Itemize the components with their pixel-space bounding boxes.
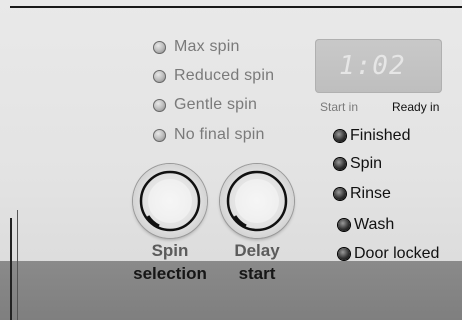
status-finished: Finished (334, 125, 410, 147)
option-indicator-icon (153, 98, 166, 112)
status-rinse: Rinse (334, 183, 391, 205)
spin-option-label: Max spin (174, 38, 240, 55)
delay-start-label-line2: start (238, 264, 276, 283)
status-label: Wash (354, 216, 395, 233)
ready-in-label: Ready in (392, 100, 440, 114)
status-wash: Wash (338, 214, 394, 236)
status-door-locked: Door locked (338, 243, 439, 265)
status-label: Finished (350, 127, 411, 144)
panel-top-border (10, 6, 462, 8)
delay-start-label-line1: Delay (234, 241, 280, 260)
status-led-icon (338, 248, 350, 260)
status-led-icon (338, 219, 350, 231)
status-led-icon (334, 130, 346, 142)
delay-start-knob[interactable] (220, 164, 294, 238)
option-indicator-icon (153, 128, 166, 142)
spin-option-gentle[interactable]: Gentle spin (153, 94, 257, 116)
status-spin: Spin (334, 153, 382, 175)
option-indicator-icon (153, 40, 166, 54)
status-led-icon (334, 188, 346, 200)
start-in-label: Start in (320, 100, 359, 114)
knob-ring-icon (226, 170, 288, 232)
option-indicator-icon (153, 69, 166, 83)
spin-selection-label-line2: selection (133, 264, 207, 283)
spin-option-no-final[interactable]: No final spin (153, 124, 265, 146)
spin-option-label: No final spin (174, 126, 265, 143)
status-label: Door locked (354, 245, 440, 262)
spin-option-reduced[interactable]: Reduced spin (153, 65, 274, 87)
spin-option-max[interactable]: Max spin (153, 36, 240, 58)
panel-left-edge (10, 218, 12, 320)
time-readout: 1:02 (339, 51, 406, 81)
status-label: Spin (350, 155, 383, 172)
panel-left-edge-inner (17, 210, 18, 320)
status-led-icon (334, 158, 346, 170)
spin-option-label: Gentle spin (174, 96, 258, 113)
status-label: Rinse (350, 185, 391, 202)
spin-selection-label-line1: Spin (151, 241, 189, 260)
knob-ring-icon (139, 170, 201, 232)
spin-selection-knob[interactable] (133, 164, 207, 238)
time-display: 1:02 (315, 39, 442, 93)
spin-option-label: Reduced spin (174, 67, 275, 84)
